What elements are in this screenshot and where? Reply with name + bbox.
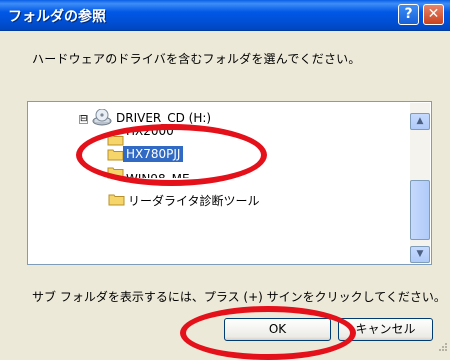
title-bar[interactable]: フォルダの参照 ? ✕ [0,0,450,31]
folder-item-diagnostic-tool[interactable]: リーダライタ診断ツール [128,192,260,209]
instruction-text: ハードウェアのドライバを含むフォルダを選んでください。 [32,52,361,66]
folder-tree[interactable]: ⊟ DRIVER_CD (H:) HX2000 HX780PJJ WIN98_M… [27,101,432,265]
folder-icon [107,167,124,179]
cancel-button[interactable]: キャンセル [338,318,433,341]
folder-icon [107,149,124,161]
vertical-scrollbar[interactable]: ▲ ▼ [410,103,430,263]
cd-drive-icon [92,109,112,126]
resize-grip-icon[interactable] [436,340,448,352]
folder-icon [107,134,124,146]
close-button[interactable]: ✕ [423,4,444,25]
collapse-expander[interactable]: ⊟ [79,115,88,124]
scroll-thumb[interactable] [410,180,430,240]
scroll-up-button[interactable]: ▲ [410,113,430,130]
folder-item-partial-below[interactable]: WIN98_ME [126,171,190,178]
drive-item-label[interactable]: DRIVER_CD (H:) [116,111,211,125]
scroll-down-button[interactable]: ▼ [410,246,430,263]
browse-folder-dialog: フォルダの参照 ? ✕ ハードウェアのドライバを含むフォルダを選んでください。 … [0,0,450,360]
ok-button[interactable]: OK [224,318,331,341]
folder-item-partial-above[interactable]: HX2000 [126,128,174,135]
help-button[interactable]: ? [398,4,419,25]
window-title: フォルダの参照 [8,9,106,25]
folder-icon [108,194,125,206]
hint-text: サブ フォルダを表示するには、プラス (+) サインをクリックしてください。 [32,290,446,304]
folder-item-selected[interactable]: HX780PJJ [123,146,184,162]
